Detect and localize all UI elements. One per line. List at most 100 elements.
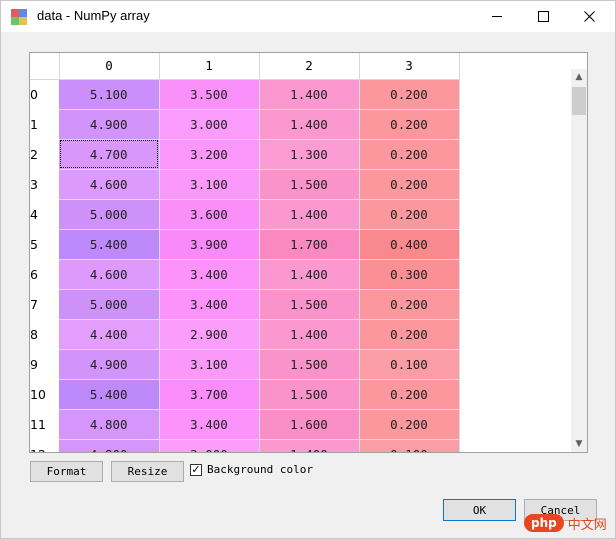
table-cell[interactable]: 3.900: [159, 229, 260, 260]
table-cell[interactable]: 1.500: [259, 349, 360, 380]
table-cell[interactable]: 3.600: [159, 199, 260, 230]
array-table[interactable]: 0 1 2 3 0 5.100 3.500 1.400 0.200 1 4.900 3.000…: [29, 52, 588, 453]
row-header[interactable]: 9: [30, 349, 59, 379]
table-cell[interactable]: 1.500: [259, 169, 360, 200]
table-cell[interactable]: 4.700: [59, 139, 160, 170]
maximize-button[interactable]: [520, 1, 566, 32]
row-header[interactable]: 12: [30, 439, 59, 452]
checkmark-icon: ✓: [191, 463, 201, 476]
row-header[interactable]: 8: [30, 319, 59, 349]
title-bar[interactable]: data - NumPy array: [1, 1, 615, 32]
row-header[interactable]: 4: [30, 199, 59, 229]
vertical-scrollbar[interactable]: ▲ ▼: [571, 69, 587, 452]
table-cell[interactable]: 3.700: [159, 379, 260, 410]
table-cell[interactable]: 3.100: [159, 349, 260, 380]
table-cell[interactable]: 4.800: [59, 409, 160, 440]
table-cell[interactable]: 0.400: [359, 229, 460, 260]
row-header[interactable]: 2: [30, 139, 59, 169]
table-cell[interactable]: 3.000: [159, 109, 260, 140]
table-cell[interactable]: 3.400: [159, 259, 260, 290]
background-color-checkbox[interactable]: ✓: [190, 463, 202, 476]
format-button[interactable]: Format: [30, 461, 103, 482]
table-cell[interactable]: 0.100: [359, 439, 460, 452]
table-cell[interactable]: 1.700: [259, 229, 360, 260]
table-cell[interactable]: 1.400: [259, 109, 360, 140]
table-row: 1 4.900 3.000 1.400 0.200: [30, 109, 460, 140]
close-button[interactable]: [566, 1, 612, 32]
table-cell[interactable]: 0.100: [359, 349, 460, 380]
table-cell[interactable]: 0.200: [359, 79, 460, 110]
row-header[interactable]: 11: [30, 409, 59, 439]
table-cell[interactable]: 0.200: [359, 109, 460, 140]
table-cell[interactable]: 1.300: [259, 139, 360, 170]
table-cell[interactable]: 3.400: [159, 289, 260, 320]
watermark-badge: php: [524, 514, 564, 532]
scroll-down-icon[interactable]: ▼: [571, 436, 587, 452]
minimize-button[interactable]: [474, 1, 520, 32]
row-header[interactable]: 5: [30, 229, 59, 259]
scroll-up-icon[interactable]: ▲: [571, 69, 587, 85]
table-cell[interactable]: 5.000: [59, 199, 160, 230]
row-header[interactable]: 7: [30, 289, 59, 319]
table-cell[interactable]: 0.200: [359, 169, 460, 200]
table-cell[interactable]: 4.900: [59, 109, 160, 140]
header-row: 0 1 2 3: [30, 53, 460, 80]
table-cell[interactable]: 5.400: [59, 229, 160, 260]
table-cell[interactable]: 1.400: [259, 259, 360, 290]
maximize-icon: [537, 11, 549, 22]
table-cell[interactable]: 0.200: [359, 409, 460, 440]
table-cell[interactable]: 4.400: [59, 319, 160, 350]
table-cell[interactable]: 3.100: [159, 169, 260, 200]
table-row: 9 4.900 3.100 1.500 0.100: [30, 349, 460, 380]
table-cell[interactable]: 4.600: [59, 259, 160, 290]
close-icon: [583, 11, 595, 22]
ok-button[interactable]: OK: [443, 499, 516, 521]
row-header[interactable]: 6: [30, 259, 59, 289]
table-row: 11 4.800 3.400 1.600 0.200: [30, 409, 460, 440]
column-header[interactable]: 2: [259, 53, 360, 80]
table-cell[interactable]: 3.200: [159, 139, 260, 170]
table-cell[interactable]: 1.500: [259, 379, 360, 410]
table-cell[interactable]: 3.000: [159, 439, 260, 452]
numpy-array-dialog: data - NumPy array 0 1 2 3 0 5.100 3.500…: [0, 0, 616, 539]
table-cell[interactable]: 5.000: [59, 289, 160, 320]
table-cell[interactable]: 0.200: [359, 139, 460, 170]
column-header[interactable]: 1: [159, 53, 260, 80]
numpy-app-icon: [11, 9, 27, 25]
table-cell[interactable]: 1.400: [259, 439, 360, 452]
table-cell[interactable]: 1.500: [259, 289, 360, 320]
table-cell[interactable]: 1.600: [259, 409, 360, 440]
table-cell[interactable]: 0.200: [359, 199, 460, 230]
table-cell[interactable]: 5.100: [59, 79, 160, 110]
table-cell[interactable]: 1.400: [259, 79, 360, 110]
table-row: 124.8003.0001.4000.100: [30, 439, 460, 452]
table-cell[interactable]: 5.400: [59, 379, 160, 410]
table-cell[interactable]: 0.200: [359, 319, 460, 350]
table-cell[interactable]: 4.800: [59, 439, 160, 452]
table-row: 3 4.600 3.100 1.500 0.200: [30, 169, 460, 200]
table-cell[interactable]: 4.900: [59, 349, 160, 380]
table-row: 2 4.700 3.200 1.300 0.200: [30, 139, 460, 170]
resize-button[interactable]: Resize: [111, 461, 184, 482]
table-row: 6 4.600 3.400 1.400 0.300: [30, 259, 460, 290]
row-header[interactable]: 3: [30, 169, 59, 199]
table-cell[interactable]: 0.200: [359, 289, 460, 320]
background-color-toggle[interactable]: ✓ Background color: [190, 463, 313, 476]
table-cell[interactable]: 4.600: [59, 169, 160, 200]
table-cell[interactable]: 1.400: [259, 319, 360, 350]
table-cell[interactable]: 3.500: [159, 79, 260, 110]
table-row: 4 5.000 3.600 1.400 0.200: [30, 199, 460, 230]
row-header[interactable]: 10: [30, 379, 59, 409]
table-cell[interactable]: 1.400: [259, 199, 360, 230]
column-header[interactable]: 3: [359, 53, 460, 80]
table-cell[interactable]: 0.300: [359, 259, 460, 290]
row-header[interactable]: 1: [30, 109, 59, 139]
row-header[interactable]: 0: [30, 79, 59, 109]
table-cell[interactable]: 3.400: [159, 409, 260, 440]
column-header[interactable]: 0: [59, 53, 160, 80]
table-cell[interactable]: 2.900: [159, 319, 260, 350]
scrollbar-thumb[interactable]: [572, 87, 586, 115]
table-cell[interactable]: 0.200: [359, 379, 460, 410]
table-row: 8 4.400 2.900 1.400 0.200: [30, 319, 460, 350]
table-row: 5 5.400 3.900 1.700 0.400: [30, 229, 460, 260]
